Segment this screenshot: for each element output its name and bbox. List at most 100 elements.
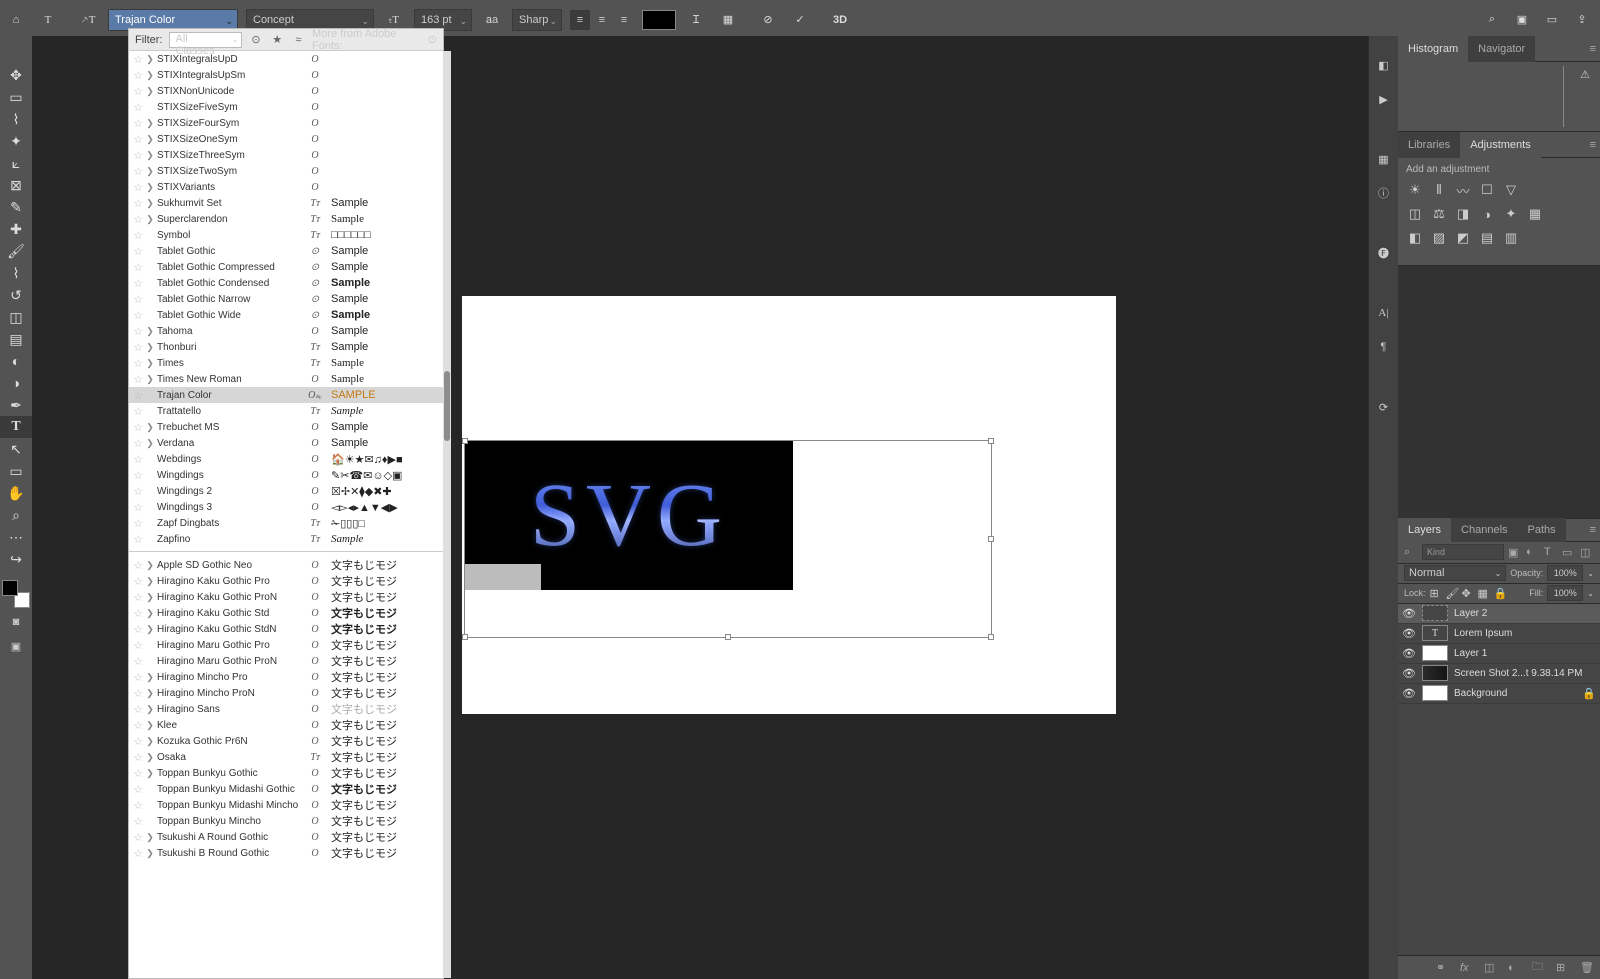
similar-filter-icon[interactable]: ≈: [291, 32, 306, 48]
new-group-icon[interactable]: 🗀: [1532, 958, 1546, 977]
star-icon[interactable]: ☆: [131, 485, 145, 498]
font-row[interactable]: ☆❯Apple SD Gothic NeoO文字もじモジ: [129, 557, 443, 573]
font-row[interactable]: ☆❯VerdanaOSample: [129, 435, 443, 451]
expand-icon[interactable]: ❯: [145, 624, 155, 635]
expand-icon[interactable]: ❯: [145, 342, 155, 353]
favorites-filter-icon[interactable]: ★: [270, 32, 285, 48]
expand-icon[interactable]: ❯: [145, 438, 155, 449]
font-row[interactable]: ☆Tablet Gothic Wide⊙Sample: [129, 307, 443, 323]
expand-icon[interactable]: ❯: [145, 198, 155, 209]
lock-nest-icon[interactable]: ▦: [1478, 587, 1490, 600]
expand-icon[interactable]: ❯: [145, 720, 155, 731]
crop-tool-icon[interactable]: ⟀: [0, 152, 32, 174]
hand-tool-icon[interactable]: ✋: [0, 482, 32, 504]
commit-icon[interactable]: ✓: [788, 7, 812, 33]
tab-channels[interactable]: Channels: [1451, 518, 1517, 542]
bw-icon[interactable]: ◨: [1454, 205, 1472, 223]
threshold-icon[interactable]: ◩: [1454, 229, 1472, 247]
font-row[interactable]: ☆❯Kozuka Gothic Pr6NO文字もじモジ: [129, 733, 443, 749]
font-row[interactable]: ☆❯STIXSizeThreeSymO: [129, 147, 443, 163]
font-row[interactable]: ☆❯Hiragino Kaku Gothic StdNO文字もじモジ: [129, 621, 443, 637]
star-icon[interactable]: ☆: [131, 309, 145, 322]
star-icon[interactable]: ☆: [131, 655, 145, 668]
blend-mode-dropdown[interactable]: Normal ⌄: [1404, 565, 1506, 581]
star-icon[interactable]: ☆: [131, 437, 145, 450]
channel-mixer-icon[interactable]: ✦: [1502, 205, 1520, 223]
font-row[interactable]: ☆Toppan Bunkyu Midashi MinchoO文字もじモジ: [129, 797, 443, 813]
font-row[interactable]: ☆❯Hiragino Mincho ProNO文字もじモジ: [129, 685, 443, 701]
star-icon[interactable]: ☆: [131, 719, 145, 732]
star-icon[interactable]: ☆: [131, 639, 145, 652]
color-lookup-icon[interactable]: ▦: [1526, 205, 1544, 223]
font-row[interactable]: ☆❯Sukhumvit SetTᴛSample: [129, 195, 443, 211]
cache-warning-icon[interactable]: ⚠: [1580, 68, 1590, 81]
font-row[interactable]: ☆TrattatelloTᴛSample: [129, 403, 443, 419]
exposure-icon[interactable]: ☐: [1478, 181, 1496, 199]
star-icon[interactable]: ☆: [131, 671, 145, 684]
filter-type-icon[interactable]: T: [1544, 546, 1558, 558]
expand-icon[interactable]: ❯: [145, 736, 155, 747]
photo-filter-icon[interactable]: ◑: [1478, 205, 1496, 223]
transform-handle[interactable]: [988, 634, 994, 640]
star-icon[interactable]: ☆: [131, 245, 145, 258]
font-row[interactable]: ☆WingdingsO✎✂☎✉☺◇▣: [129, 467, 443, 483]
star-icon[interactable]: ☆: [131, 623, 145, 636]
filter-pixel-icon[interactable]: ▣: [1508, 546, 1522, 559]
lock-all-icon[interactable]: 🔒: [1494, 587, 1506, 600]
scrollbar-thumb[interactable]: [444, 371, 450, 441]
star-icon[interactable]: ☆: [131, 53, 145, 66]
3d-button[interactable]: 3D: [828, 7, 852, 33]
transform-handle[interactable]: [725, 634, 731, 640]
font-list[interactable]: ☆❯STIXIntegralsUpDO☆❯STIXIntegralsUpSmO☆…: [129, 51, 443, 978]
font-row[interactable]: ☆Toppan Bunkyu Midashi GothicO文字もじモジ: [129, 781, 443, 797]
star-icon[interactable]: ☆: [131, 101, 145, 114]
tab-histogram[interactable]: Histogram: [1398, 36, 1468, 62]
panel-menu-icon[interactable]: ≡: [1590, 139, 1596, 151]
align-center-button[interactable]: ≡: [592, 10, 612, 30]
antialias-dropdown[interactable]: Sharp ⌄: [512, 9, 562, 31]
trash-icon[interactable]: 🗑: [1580, 961, 1594, 974]
star-icon[interactable]: ☆: [131, 149, 145, 162]
text-color-swatch[interactable]: [642, 10, 676, 30]
shape-tool-icon[interactable]: ▭: [0, 460, 32, 482]
font-row[interactable]: ☆❯STIXIntegralsUpSmO: [129, 67, 443, 83]
font-row[interactable]: ☆❯Toppan Bunkyu GothicO文字もじモジ: [129, 765, 443, 781]
home-icon[interactable]: ⌂: [4, 7, 28, 33]
font-class-dropdown[interactable]: All Classes ⌄: [169, 32, 243, 48]
text-orientation-icon[interactable]: ⸕T: [76, 7, 100, 33]
font-row[interactable]: ☆❯Trebuchet MSOSample: [129, 419, 443, 435]
star-icon[interactable]: ☆: [131, 799, 145, 812]
font-row[interactable]: ☆ZapfinoTᴛSample: [129, 531, 443, 547]
font-row[interactable]: ☆❯Hiragino Mincho ProO文字もじモジ: [129, 669, 443, 685]
pen-tool-icon[interactable]: ✒: [0, 394, 32, 416]
search-icon[interactable]: ⌕: [1404, 546, 1418, 559]
layer-row[interactable]: 👁Background🔒: [1398, 684, 1600, 704]
font-row[interactable]: ☆❯KleeO文字もじモジ: [129, 717, 443, 733]
transform-handle[interactable]: [988, 438, 994, 444]
font-row[interactable]: ☆❯STIXSizeOneSymO: [129, 131, 443, 147]
brightness-icon[interactable]: ☀: [1406, 181, 1424, 199]
expand-icon[interactable]: ❯: [145, 768, 155, 779]
expand-icon[interactable]: ❯: [145, 54, 155, 65]
font-row[interactable]: ☆❯Tsukushi B Round GothicO文字もじモジ: [129, 845, 443, 861]
character-panel-icon[interactable]: 🅕: [1373, 242, 1395, 264]
font-row[interactable]: ☆Toppan Bunkyu MinchoO文字もじモジ: [129, 813, 443, 829]
blur-tool-icon[interactable]: ◐: [0, 350, 32, 372]
adobe-fonts-link[interactable]: More from Adobe Fonts: ⊙: [312, 28, 437, 52]
transform-handle[interactable]: [462, 438, 468, 444]
hue-icon[interactable]: ◫: [1406, 205, 1424, 223]
layer-mask-icon[interactable]: ◫: [1484, 961, 1498, 974]
layer-row[interactable]: 👁Layer 2: [1398, 604, 1600, 624]
opacity-value[interactable]: 100%: [1547, 565, 1583, 581]
edit-toolbar-icon[interactable]: ↪: [0, 548, 32, 570]
font-row[interactable]: ☆❯Hiragino Kaku Gothic ProNO文字もじモジ: [129, 589, 443, 605]
dodge-tool-icon[interactable]: ◑: [0, 372, 32, 394]
star-icon[interactable]: ☆: [131, 815, 145, 828]
font-row[interactable]: ☆❯STIXNonUnicodeO: [129, 83, 443, 99]
heal-tool-icon[interactable]: ✚: [0, 218, 32, 240]
cancel-icon[interactable]: ⊘: [756, 7, 780, 33]
font-row[interactable]: ☆Tablet Gothic⊙Sample: [129, 243, 443, 259]
font-row[interactable]: ☆Tablet Gothic Condensed⊙Sample: [129, 275, 443, 291]
expand-icon[interactable]: ❯: [145, 358, 155, 369]
swatches-panel-icon[interactable]: ▦: [1373, 148, 1395, 170]
